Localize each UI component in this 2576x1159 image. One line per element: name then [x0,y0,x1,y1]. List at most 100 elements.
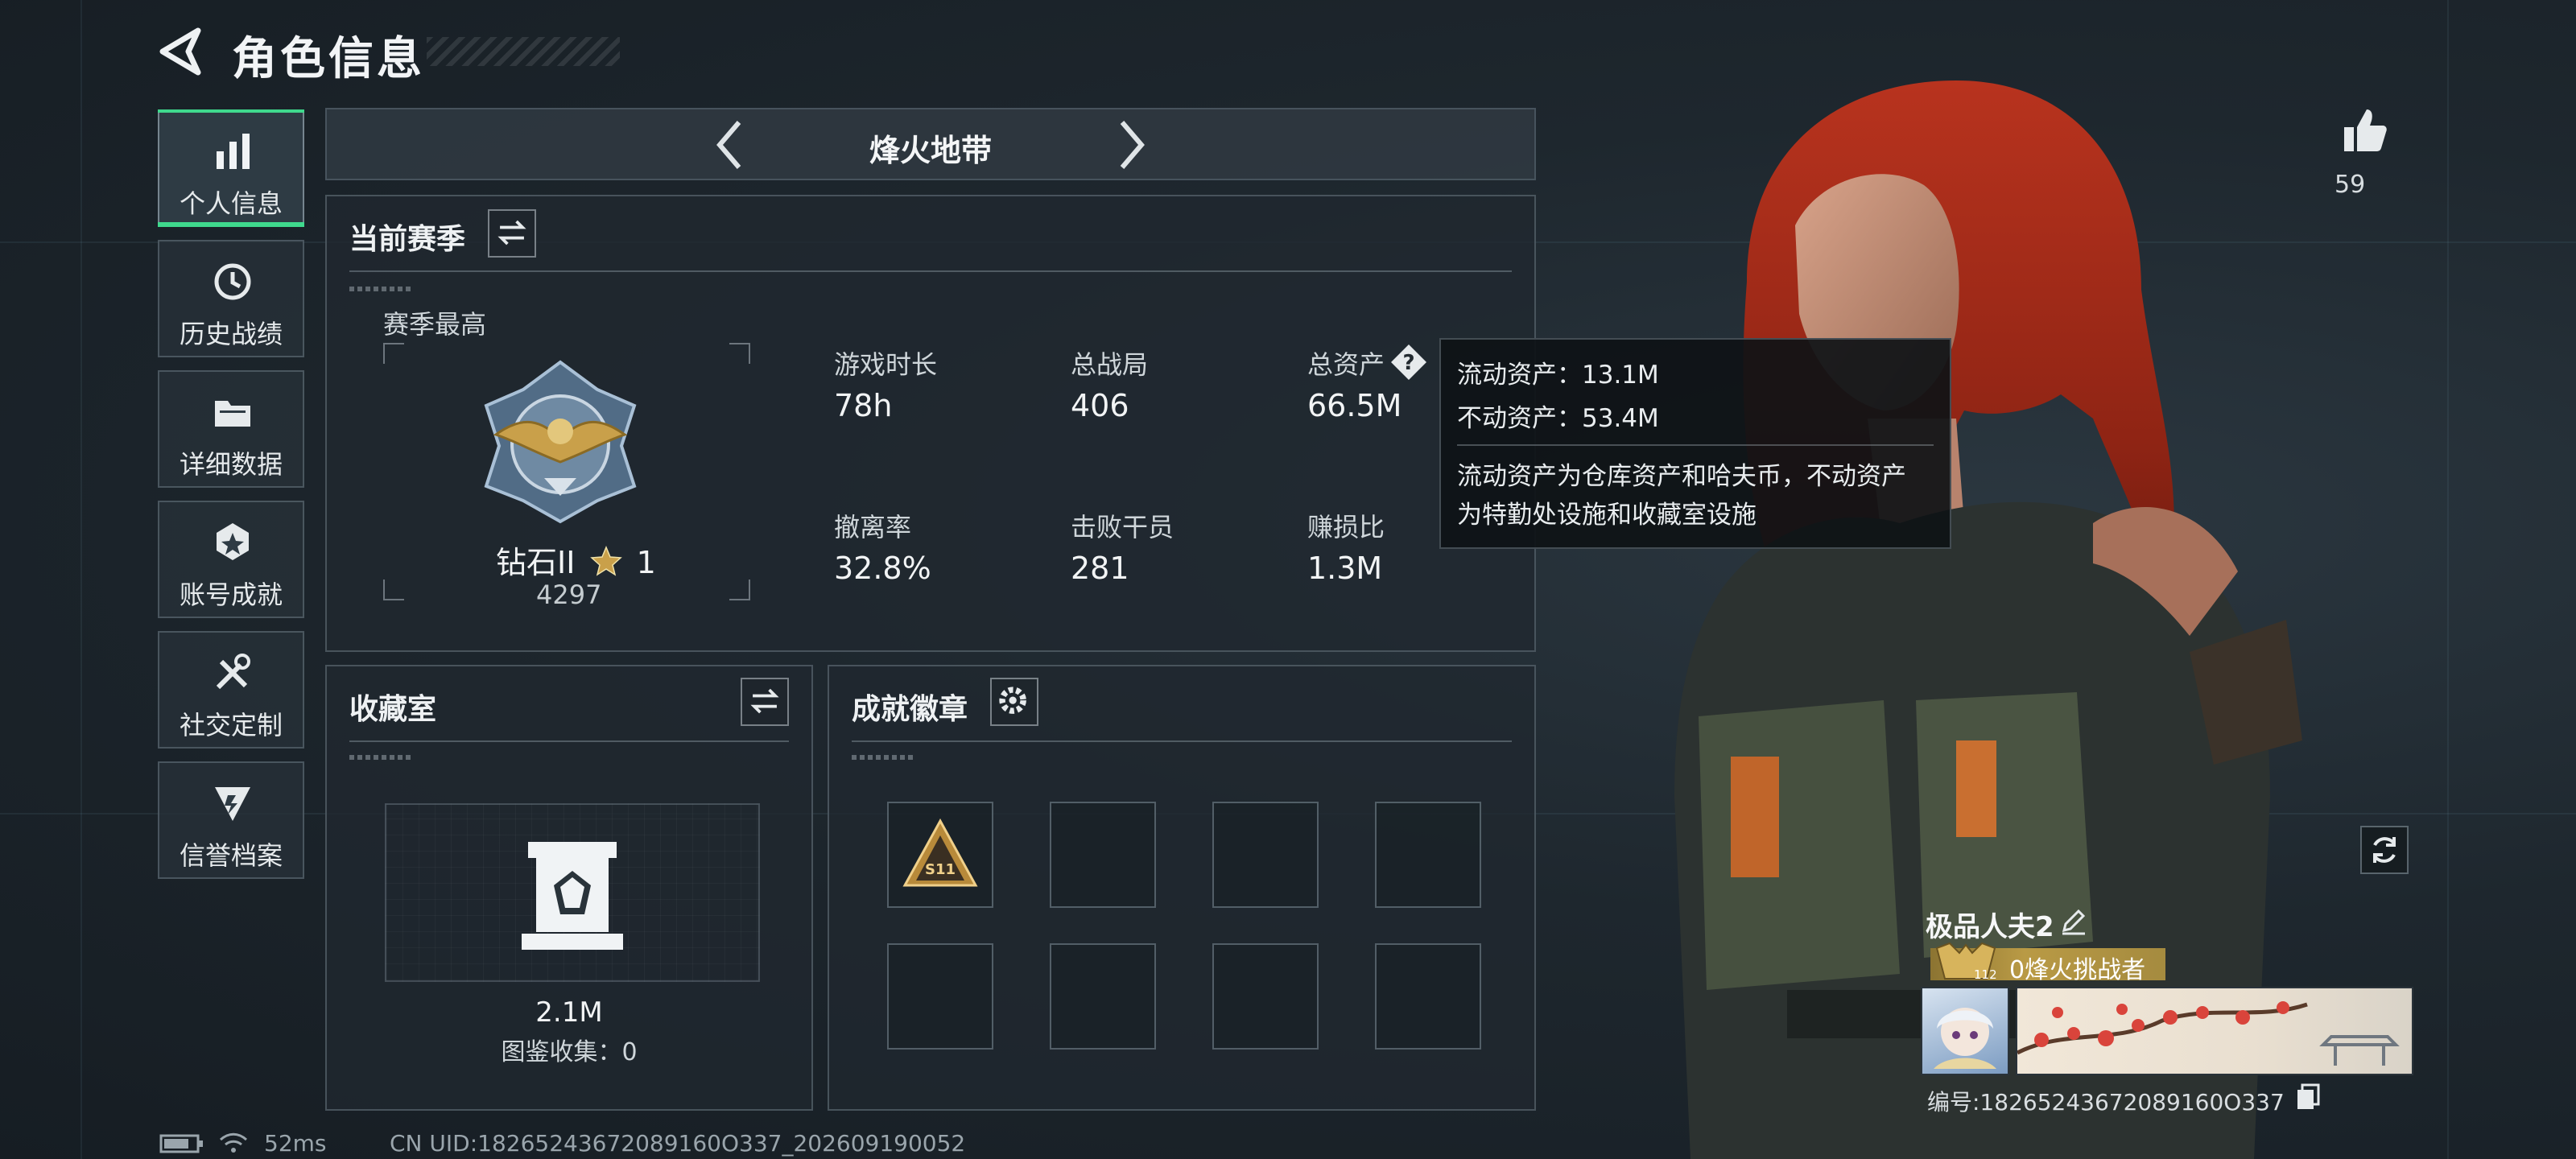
decoration-dashes [349,755,414,760]
achievements-panel: 成就徽章 S11 [828,665,1536,1111]
badge-slot-5[interactable] [887,943,993,1050]
tooltip-desc-line1: 流动资产为仓库资产和哈夫币，不动资产 [1457,462,1906,491]
badge-slot-1[interactable]: S11 [887,802,993,908]
display-case-icon [522,842,623,950]
sidebar-item-social[interactable]: 社交定制 [158,631,304,749]
stat-label: 总资产 [1307,349,1385,380]
divider [349,270,1512,272]
stat-value: 78h [834,388,893,423]
sidebar-item-label: 详细数据 [179,449,283,480]
achievements-settings-button[interactable] [990,678,1038,726]
divider [349,740,789,742]
tooltip-divider [1457,444,1934,446]
sidebar-item-personal-info[interactable]: 个人信息 [158,109,304,227]
frame-corner [729,580,750,600]
tooltip-fixed-assets: 不动资产：53.4M [1457,404,1659,433]
credit-badge-icon [215,787,250,821]
thumbs-up-icon[interactable] [2339,105,2391,156]
achievement-badge-icon [217,523,249,560]
sidebar-item-label: 历史战绩 [179,319,283,349]
frame-corner [383,580,404,600]
badge-slot-4[interactable] [1375,802,1481,908]
title-decoration [427,37,620,66]
history-clock-icon [214,263,251,300]
badge-slot-3[interactable] [1212,802,1319,908]
collection-panel: 收藏室 2.1M 图鉴收集：0 [325,665,813,1111]
level-badge-icon: 112 [1935,942,1997,982]
divider [852,740,1512,742]
season-title: 当前赛季 [349,223,466,256]
badge-slot-6[interactable] [1050,943,1156,1050]
player-level: 112 [1974,967,1997,982]
rank-name: 钻石II [496,545,576,580]
sidebar-item-detailed-data[interactable]: 详细数据 [158,370,304,488]
sidebar-item-history[interactable]: 历史战绩 [158,240,304,357]
edit-icon[interactable] [2059,906,2088,935]
stat-value: 281 [1071,551,1129,586]
sidebar-item-achievements[interactable]: 账号成就 [158,501,304,618]
badge-slot-8[interactable] [1375,943,1481,1050]
stat-label: 撤离率 [834,512,912,542]
sidebar-item-credit[interactable]: 信誉档案 [158,761,304,879]
swap-icon [497,220,526,245]
back-arrow-icon[interactable] [158,27,203,76]
uid-text: CN UID:18265243672089160O337_20260919005… [390,1130,966,1157]
stat-value: 32.8% [834,551,931,586]
avatar[interactable] [1921,987,2009,1075]
sidebar-item-label: 信誉档案 [179,840,283,871]
stat-label: 游戏时长 [834,349,938,380]
avatar-image [1934,1008,1996,1069]
season-best-label: 赛季最高 [383,309,487,340]
chevron-right-icon[interactable] [1116,119,1148,171]
stat-label: 总战局 [1071,349,1149,380]
collection-display[interactable] [385,803,760,982]
badge-slot-7[interactable] [1212,943,1319,1050]
name-card-banner[interactable] [2016,987,2413,1075]
wifi-icon [219,1132,248,1153]
collection-title: 收藏室 [349,693,437,726]
gear-icon [999,687,1026,714]
stat-value: 406 [1071,388,1129,423]
collection-swap-button[interactable] [741,678,789,726]
achievements-title: 成就徽章 [852,693,968,726]
copy-icon[interactable] [2296,1083,2320,1111]
tooltip-liquid-assets: 流动资产：13.1M [1457,361,1659,390]
bg-grid-line [2447,0,2449,1159]
ping-text: 52ms [264,1130,327,1157]
like-count: 59 [2334,171,2366,199]
season-panel: 当前赛季 赛季最高 钻石II 1 4297 游戏时长 78h 总战局 406 总… [325,195,1536,652]
badge-label: S11 [925,861,956,878]
catalog-count: 图鉴收集：0 [501,1038,638,1066]
refresh-icon [2360,826,2409,874]
season-swap-button[interactable] [488,209,536,258]
rank-name-row: 钻石II 1 [496,538,656,582]
assets-tooltip: 流动资产：13.1M 不动资产：53.4M 流动资产为仓库资产和哈夫币，不动资产… [1439,338,1951,549]
rotate-button[interactable] [2360,826,2409,877]
collection-value: 2.1M [535,996,603,1029]
frame-corner [729,343,750,364]
mode-title: 烽火地带 [869,133,992,168]
badge-slot-2[interactable] [1050,802,1156,908]
folder-icon [215,401,250,427]
decoration-dashes [349,287,414,291]
stat-label: 赚损比 [1307,512,1385,542]
rank-star-count: 1 [636,545,656,580]
mode-switcher: 烽火地带 [325,108,1536,180]
plum-blossom-image [2017,1001,2400,1066]
sidebar-item-label: 社交定制 [179,710,283,740]
sidebar-item-label: 账号成就 [179,580,283,610]
sidebar-item-label: 个人信息 [179,188,283,219]
frame-corner [383,343,404,364]
diamond-rank-emblem [484,360,637,524]
player-id: 编号:18265243672089160O337 [1927,1089,2285,1116]
bar-chart-icon [217,134,250,169]
s11-season-badge: S11 [902,818,978,887]
swap-icon [750,688,779,714]
decoration-dashes [852,755,916,760]
star-icon [589,546,622,576]
page-title: 角色信息 [232,33,425,85]
stat-value: 1.3M [1307,551,1383,586]
help-icon[interactable]: ? [1389,343,1428,382]
stat-value: 66.5M [1307,388,1402,423]
player-rank-title: 0烽火挑战者 [2009,956,2146,984]
